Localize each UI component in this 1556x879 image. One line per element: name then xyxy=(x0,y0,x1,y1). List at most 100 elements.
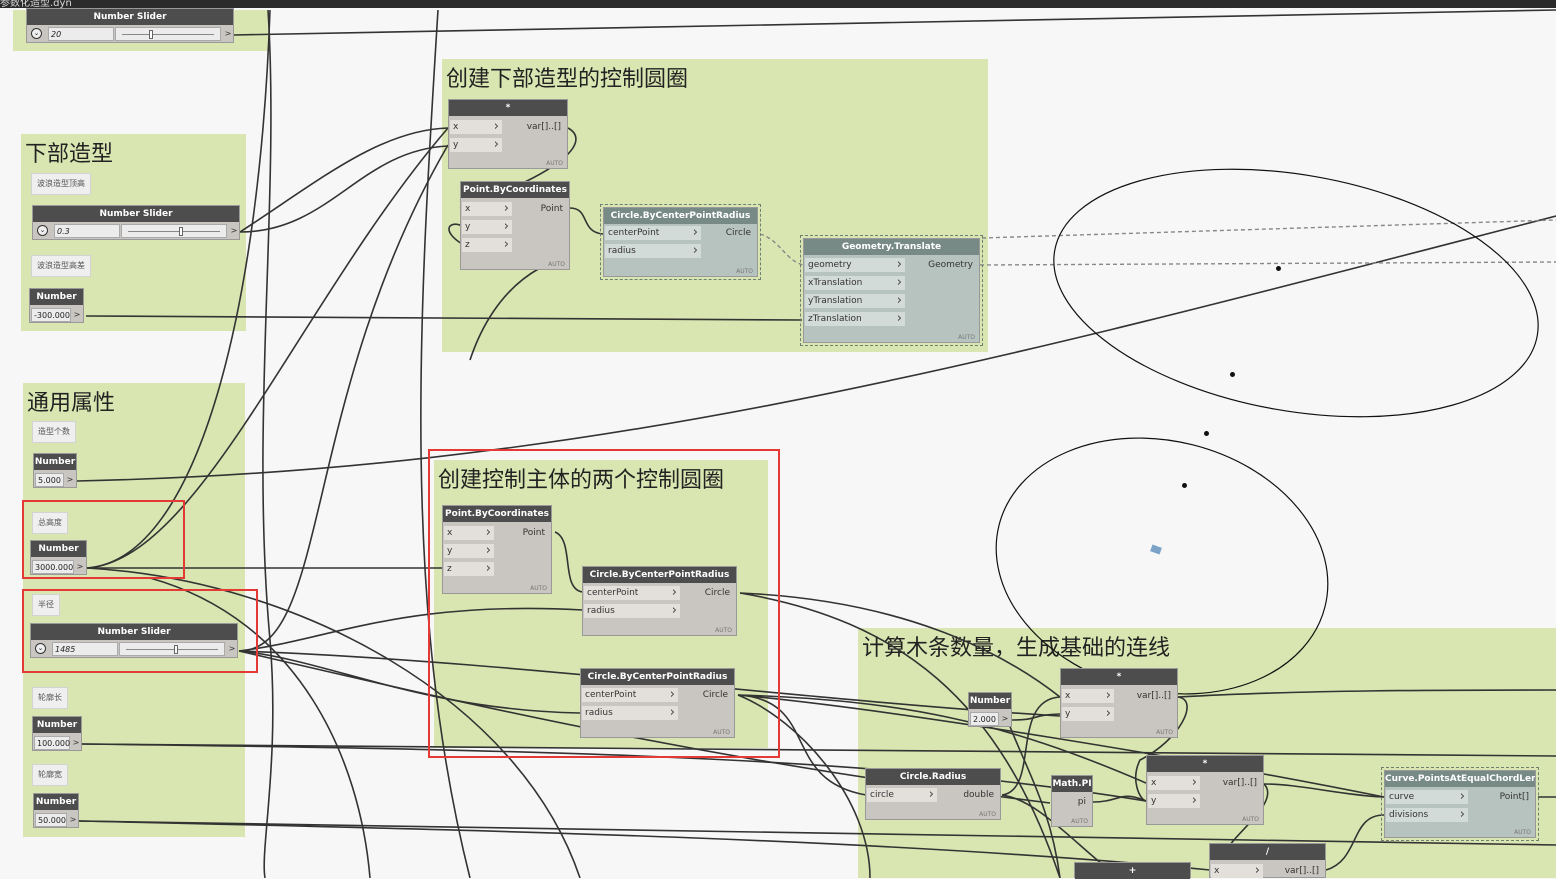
node-point-by-coordinates[interactable]: Point.ByCoordinates x y z Point AUTO xyxy=(460,181,570,270)
slider-value[interactable]: 20 xyxy=(48,27,114,41)
auto-lacing-label: AUTO xyxy=(1071,818,1088,825)
auto-lacing-label: AUTO xyxy=(1242,816,1259,823)
output-port[interactable]: var[]..[] xyxy=(1115,689,1175,703)
input-port-ytranslation[interactable]: yTranslation xyxy=(805,294,905,308)
number-value[interactable]: 2.000 xyxy=(970,712,999,726)
node-title: Circle.ByCenterPointRadius xyxy=(604,208,757,224)
output-port-arrow[interactable]: > xyxy=(223,27,233,41)
chevron-down-icon[interactable]: ⌄ xyxy=(31,28,42,39)
output-port[interactable]: pi xyxy=(1060,795,1090,809)
node-title: * xyxy=(1147,756,1263,772)
input-port-radius[interactable]: radius xyxy=(605,244,701,258)
auto-lacing-label: AUTO xyxy=(958,334,975,341)
input-port-geometry[interactable]: geometry xyxy=(805,258,905,272)
node-title: / xyxy=(1210,844,1325,860)
output-port[interactable]: Point[] xyxy=(1493,790,1533,804)
node-multiply-2[interactable]: * x y var[]..[] AUTO xyxy=(1060,668,1178,738)
output-port[interactable]: Circle xyxy=(715,226,755,240)
output-port[interactable]: var[]..[] xyxy=(1263,864,1323,878)
output-port[interactable]: var[]..[] xyxy=(505,120,565,134)
node-geometry-translate[interactable]: Geometry.Translate geometry xTranslation… xyxy=(800,235,983,346)
auto-lacing-label: AUTO xyxy=(1514,829,1531,836)
node-number-neg300[interactable]: Number -300.000 > xyxy=(29,288,84,323)
input-port-y[interactable]: y xyxy=(462,220,512,234)
input-port-x[interactable]: x xyxy=(450,120,502,134)
node-multiply[interactable]: * x y var[]..[] AUTO xyxy=(448,99,568,169)
highlight-main-control-circles xyxy=(428,449,780,758)
preview-point xyxy=(1204,431,1209,436)
node-divide[interactable]: / x var[]..[] xyxy=(1209,843,1326,878)
input-port-divisions[interactable]: divisions xyxy=(1386,808,1468,822)
input-port-x[interactable]: x xyxy=(1062,689,1114,703)
input-port-x[interactable]: x xyxy=(462,202,512,216)
input-port-y[interactable]: y xyxy=(1148,794,1200,808)
auto-lacing-label: AUTO xyxy=(979,811,996,818)
chevron-down-icon[interactable]: ⌄ xyxy=(37,225,48,236)
node-title: Math.PI xyxy=(1052,776,1092,792)
output-port-arrow[interactable]: > xyxy=(71,736,81,750)
input-port-y[interactable]: y xyxy=(1062,707,1114,721)
input-port-xtranslation[interactable]: xTranslation xyxy=(805,276,905,290)
slider-thumb[interactable] xyxy=(149,30,154,39)
node-title: Number Slider xyxy=(27,9,233,25)
auto-lacing-label: AUTO xyxy=(548,261,565,268)
auto-lacing-label: AUTO xyxy=(546,160,563,167)
node-title: * xyxy=(449,100,567,116)
node-title: Point.ByCoordinates xyxy=(461,182,569,198)
number-value[interactable]: -300.000 xyxy=(31,308,71,322)
node-math-pi[interactable]: Math.PI pi AUTO xyxy=(1051,775,1093,827)
slider-track[interactable] xyxy=(121,224,227,238)
input-port-x[interactable]: x xyxy=(1148,776,1200,790)
auto-lacing-label: AUTO xyxy=(736,268,753,275)
node-circle-radius[interactable]: Circle.Radius circle double AUTO xyxy=(865,768,1001,820)
output-port[interactable]: Geometry xyxy=(917,258,977,272)
node-title: Geometry.Translate xyxy=(804,239,979,255)
slider-thumb[interactable] xyxy=(179,227,184,236)
node-number-2[interactable]: Number 2.000 > xyxy=(968,692,1012,727)
highlight-total-height xyxy=(22,500,185,579)
output-port[interactable]: Point xyxy=(527,202,567,216)
highlight-radius xyxy=(22,589,258,673)
input-port-y[interactable]: y xyxy=(450,138,502,152)
output-port-arrow[interactable]: > xyxy=(65,473,75,487)
node-add[interactable]: + xyxy=(1074,862,1191,879)
preview-point xyxy=(1230,372,1235,377)
node-number-slider-20[interactable]: Number Slider ⌄ 20 > xyxy=(26,8,234,43)
node-title: + xyxy=(1075,863,1190,879)
note-wave-top[interactable]: 波浪造型顶高 xyxy=(31,173,91,195)
input-port-circle[interactable]: circle xyxy=(867,788,937,802)
note-contour-width[interactable]: 轮廓宽 xyxy=(32,764,68,786)
node-title: Number Slider xyxy=(33,206,239,222)
output-port-arrow[interactable]: > xyxy=(229,224,239,238)
output-port-arrow[interactable]: > xyxy=(1000,712,1010,726)
node-title: Number xyxy=(34,454,76,470)
input-port-curve[interactable]: curve xyxy=(1386,790,1468,804)
node-circle-by-center-point-radius[interactable]: Circle.ByCenterPointRadius centerPoint r… xyxy=(600,204,761,280)
note-form-count[interactable]: 造型个数 xyxy=(32,421,76,443)
node-number-5[interactable]: Number 5.000 > xyxy=(33,453,77,488)
input-port-ztranslation[interactable]: zTranslation xyxy=(805,312,905,326)
node-title: Number xyxy=(34,794,78,810)
node-title: Circle.Radius xyxy=(866,769,1000,785)
number-value[interactable]: 5.000 xyxy=(35,473,64,487)
output-port[interactable]: double xyxy=(948,788,998,802)
number-value[interactable]: 100.000 xyxy=(34,736,70,750)
node-title: Number xyxy=(969,693,1011,709)
node-number-slider-0.3[interactable]: Number Slider ⌄ 0.3 > xyxy=(32,205,240,240)
node-multiply-3[interactable]: * x y var[]..[] AUTO xyxy=(1146,755,1264,825)
note-contour-length[interactable]: 轮廓长 xyxy=(32,687,68,709)
node-curve-points-at-equal-chord-length[interactable]: Curve.PointsAtEqualChordLength curve div… xyxy=(1381,767,1539,841)
input-port-z[interactable]: z xyxy=(462,238,512,252)
slider-track[interactable] xyxy=(115,27,221,41)
number-value[interactable]: 50.000 xyxy=(35,813,67,827)
input-port-centerpoint[interactable]: centerPoint xyxy=(605,226,701,240)
output-port-arrow[interactable]: > xyxy=(72,308,82,322)
auto-lacing-label: AUTO xyxy=(1156,729,1173,736)
output-port[interactable]: var[]..[] xyxy=(1201,776,1261,790)
output-port-arrow[interactable]: > xyxy=(68,813,78,827)
note-wave-diff[interactable]: 波浪造型高差 xyxy=(31,255,91,277)
node-number-50[interactable]: Number 50.000 > xyxy=(33,793,79,828)
node-number-100[interactable]: Number 100.000 > xyxy=(32,716,82,751)
input-port-x[interactable]: x xyxy=(1211,864,1263,878)
slider-value[interactable]: 0.3 xyxy=(54,224,120,238)
